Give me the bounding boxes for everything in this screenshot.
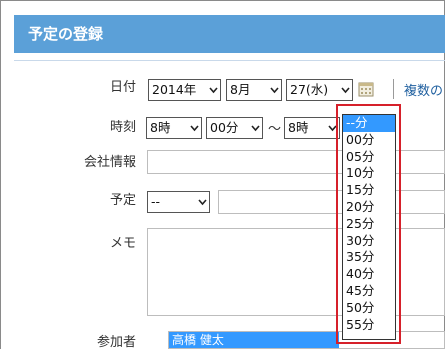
dropdown-option[interactable]: 40分: [343, 266, 395, 283]
dropdown-option[interactable]: --分: [343, 115, 395, 132]
chevron-down-icon: [341, 86, 350, 94]
chevron-down-icon: [328, 124, 337, 132]
day-select[interactable]: 27(水): [286, 79, 353, 101]
dropdown-option[interactable]: 50分: [343, 300, 395, 317]
start-hour-value: 8時: [150, 120, 171, 135]
time-label: 時刻: [109, 120, 136, 135]
end-hour-value: 8時: [288, 120, 309, 135]
date-label: 日付: [109, 80, 136, 95]
time-separator: 〜: [268, 122, 282, 137]
company-label: 会社情報: [83, 155, 136, 170]
memo-label: メモ: [109, 236, 136, 251]
year-select-value: 2014年: [152, 82, 197, 97]
start-hour-select[interactable]: 8時: [146, 117, 202, 139]
calendar-icon[interactable]: [358, 81, 374, 97]
chevron-down-icon: [190, 124, 199, 132]
participants-list[interactable]: 高橋 健太: [168, 331, 445, 349]
dropdown-option[interactable]: 55分: [343, 317, 395, 334]
schedule-type-select[interactable]: --: [147, 191, 210, 213]
dropdown-option[interactable]: 30分: [343, 233, 395, 250]
dropdown-option[interactable]: 45分: [343, 283, 395, 300]
chevron-down-icon: [251, 124, 260, 132]
start-minute-value: 00分: [210, 120, 239, 135]
dropdown-option[interactable]: 25分: [343, 216, 395, 233]
schedule-label: 予定: [109, 193, 136, 208]
chevron-down-icon: [198, 198, 207, 206]
end-minute-dropdown[interactable]: --分 00分 05分 10分 15分 20分 25分 30分 35分 40分 …: [342, 114, 396, 340]
multiple-dates-link[interactable]: 複数の: [404, 80, 443, 99]
dropdown-option[interactable]: 15分: [343, 182, 395, 199]
end-hour-select[interactable]: 8時: [284, 117, 340, 139]
dropdown-option[interactable]: 10分: [343, 165, 395, 182]
month-select-value: 8月: [230, 82, 251, 97]
start-minute-select[interactable]: 00分: [206, 117, 263, 139]
dropdown-option[interactable]: 20分: [343, 199, 395, 216]
title-divider: [14, 60, 445, 61]
dropdown-option[interactable]: 35分: [343, 249, 395, 266]
chevron-down-icon: [270, 86, 279, 94]
participants-label: 参加者: [96, 335, 136, 350]
dropdown-option[interactable]: 05分: [343, 149, 395, 166]
chevron-down-icon: [209, 86, 218, 94]
month-select[interactable]: 8月: [226, 79, 282, 101]
separator: [393, 79, 394, 99]
page-title: 予定の登録: [14, 15, 445, 53]
participant-item[interactable]: 高橋 健太: [169, 332, 339, 348]
day-select-value: 27(水): [290, 82, 329, 97]
schedule-title-field[interactable]: [218, 190, 445, 214]
schedule-type-value: --: [151, 194, 161, 209]
year-select[interactable]: 2014年: [148, 79, 221, 101]
dropdown-option[interactable]: 00分: [343, 132, 395, 149]
